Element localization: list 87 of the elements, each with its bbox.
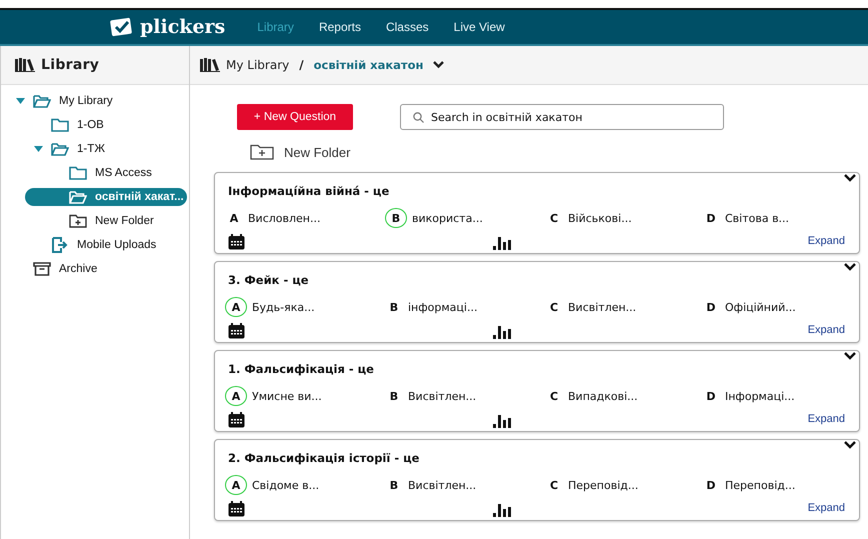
tree-item[interactable]: My Library: [1, 89, 189, 113]
open-folder-icon: [69, 190, 87, 204]
breadcrumb-link[interactable]: My Library: [226, 58, 290, 72]
current-folder-title: освітній хакатон: [314, 58, 424, 72]
new-question-button[interactable]: + New Question: [237, 104, 353, 130]
answer-letter: C: [548, 388, 560, 404]
expand-link[interactable]: Expand: [808, 502, 845, 514]
folder-icon: [51, 118, 69, 132]
correct-answer-letter: A: [225, 386, 247, 406]
chevron-down-icon[interactable]: [433, 61, 444, 69]
bar-chart-icon[interactable]: [493, 413, 511, 428]
search-icon: [413, 112, 424, 123]
search-field[interactable]: Search in освітній хакатон: [400, 104, 724, 130]
answer-text: Висвітлен...: [408, 390, 476, 402]
answer-letter: C: [548, 478, 560, 494]
answer-text: Висвітлен...: [408, 478, 476, 492]
tree-item[interactable]: New Folder: [1, 209, 189, 233]
question-title: 1. Фальсифікація - це: [228, 362, 374, 376]
calendar-icon[interactable]: [228, 234, 245, 250]
answer-letter: D: [705, 210, 717, 226]
tree-item[interactable]: MS Access: [1, 161, 189, 185]
bar-chart-icon[interactable]: [493, 235, 511, 250]
open-folder-icon: [51, 142, 69, 156]
answer-text: Випадкові...: [568, 390, 638, 402]
answer-text: Будь-яка...: [252, 300, 315, 314]
answer-text: Переповід...: [725, 478, 796, 492]
answer-text: Світова в...: [725, 212, 790, 224]
bar-chart-icon[interactable]: [493, 324, 511, 339]
question-title: 3. Фейк - це: [228, 273, 309, 287]
answer-text: Умисне ви...: [252, 390, 322, 402]
new-folder-icon[interactable]: [250, 144, 274, 160]
answer-text: використа...: [412, 212, 483, 224]
chevron-down-icon[interactable]: [844, 263, 856, 271]
answer-text: Висвітлен...: [568, 300, 636, 314]
answer-letter: B: [388, 300, 400, 316]
answer-text: інформаці...: [408, 300, 478, 314]
answer-text: Переповід...: [568, 478, 638, 492]
calendar-icon[interactable]: [228, 412, 245, 428]
library-icon: [200, 58, 220, 72]
logo-icon: [110, 17, 134, 37]
chevron-down-icon[interactable]: [844, 352, 856, 360]
bar-chart-icon[interactable]: [493, 502, 511, 517]
breadcrumb-separator: /: [299, 58, 304, 72]
question-title: Інформаці́йна війна́ - це: [228, 184, 390, 198]
sidebar-title: Library: [41, 57, 100, 73]
answer-letter: C: [548, 210, 560, 226]
logo-text: plickers: [140, 16, 226, 38]
expand-link[interactable]: Expand: [808, 235, 845, 247]
library-icon: [15, 58, 35, 72]
new-folder-link[interactable]: New Folder: [284, 144, 350, 160]
answer-text: Інформаці...: [725, 390, 795, 402]
chevron-down-icon[interactable]: [844, 441, 856, 449]
new-folder-icon: [69, 214, 87, 228]
answer-letter: D: [705, 478, 717, 494]
tree-item[interactable]: Mobile Uploads: [1, 233, 189, 257]
correct-answer-letter: A: [225, 475, 247, 495]
answer-text: Висловлен...: [248, 212, 320, 224]
answer-letter: B: [388, 388, 400, 404]
nav-link[interactable]: Reports: [318, 20, 361, 34]
upload-icon: [51, 237, 69, 253]
tree-item[interactable]: 1-ОВ: [1, 113, 189, 137]
tree-item[interactable]: освітній хакат...: [25, 188, 187, 206]
archive-icon: [33, 262, 51, 276]
answer-text: Свідоме в...: [252, 478, 320, 492]
answer-text: Військові...: [568, 212, 632, 224]
nav-link[interactable]: Classes: [386, 20, 429, 34]
answer-letter: D: [705, 388, 717, 404]
nav-link[interactable]: Live View: [454, 20, 505, 34]
answer-letter: D: [705, 300, 717, 316]
correct-answer-letter: B: [385, 208, 407, 228]
calendar-icon[interactable]: [228, 323, 245, 339]
expand-link[interactable]: Expand: [808, 324, 845, 336]
caret-down-icon[interactable]: [16, 98, 24, 104]
calendar-icon[interactable]: [228, 501, 245, 517]
chevron-down-icon[interactable]: [844, 174, 856, 182]
answer-letter: B: [388, 478, 400, 494]
open-folder-icon: [33, 94, 51, 108]
correct-answer-letter: A: [225, 297, 247, 317]
answer-letter: C: [548, 300, 560, 316]
question-title: 2. Фальсифікація історії - це: [228, 451, 420, 465]
caret-down-icon[interactable]: [34, 146, 42, 152]
answer-letter: A: [228, 210, 240, 226]
answer-text: Офіційний...: [725, 300, 796, 314]
tree-item[interactable]: 1-ТЖ: [1, 137, 189, 161]
tree-item[interactable]: Archive: [1, 257, 189, 281]
folder-icon: [69, 166, 87, 180]
expand-link[interactable]: Expand: [808, 413, 845, 425]
